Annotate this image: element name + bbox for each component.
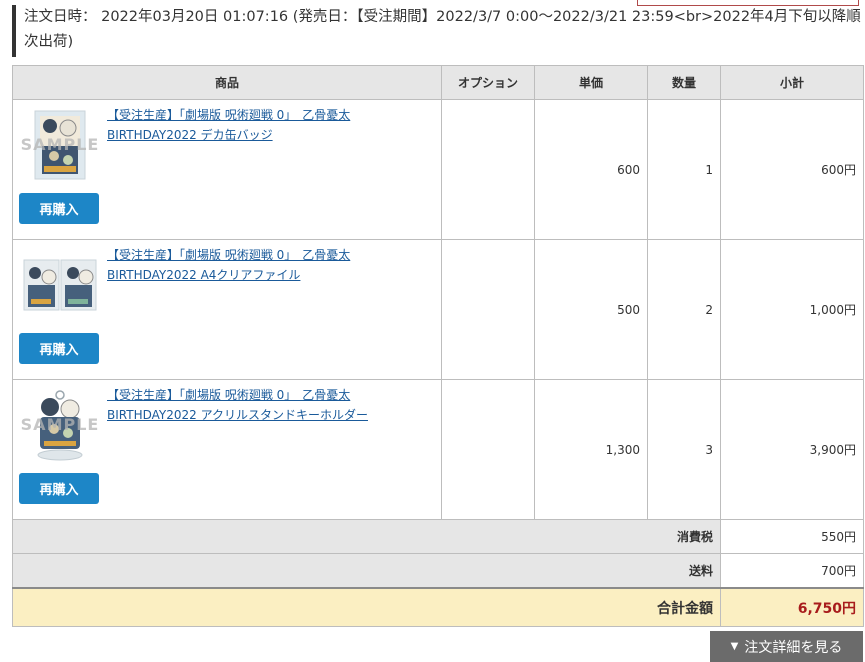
qty-cell: 3 [647, 379, 721, 520]
total-label: 合計金額 [12, 587, 721, 627]
option-cell [441, 379, 535, 520]
qty-cell: 1 [647, 99, 721, 240]
product-thumbnail[interactable]: SAMPLE [20, 108, 100, 182]
price-cell: 500 [534, 239, 648, 380]
tax-label: 消費税 [12, 519, 721, 554]
header-subtotal: 小計 [720, 65, 864, 100]
table-header-row: 商品 オプション 単価 数量 小計 [12, 65, 864, 100]
product-name-link[interactable]: 【受注生産】「劇場版 呪術廻戦 0」 乙骨憂太BIRTHDAY2022 A4クリ… [107, 246, 377, 285]
product-cell: 【受注生産】「劇場版 呪術廻戦 0」 乙骨憂太BIRTHDAY2022 A4クリ… [12, 239, 442, 380]
product-thumbnail[interactable] [20, 248, 100, 322]
sample-watermark: SAMPLE [20, 415, 100, 434]
triangle-down-icon: ▼ [730, 641, 739, 652]
product-cell: SAMPLE 【受注生産】「劇場版 呪術廻戦 0」 乙骨憂太BIRTHDAY20… [12, 379, 442, 520]
total-row: 合計金額 6,750円 [12, 587, 864, 627]
order-table: 商品 オプション 単価 数量 小計 SAMPLE 【受注生産】「劇場版 呪術廻戦… [12, 65, 864, 627]
product-thumbnail[interactable]: SAMPLE [20, 388, 100, 462]
product-name-link[interactable]: 【受注生産】「劇場版 呪術廻戦 0」 乙骨憂太BIRTHDAY2022 デカ缶バ… [107, 106, 377, 145]
header-qty: 数量 [647, 65, 721, 100]
product-name-link[interactable]: 【受注生産】「劇場版 呪術廻戦 0」 乙骨憂太BIRTHDAY2022 アクリル… [107, 386, 377, 425]
price-cell: 1,300 [534, 379, 648, 520]
table-row: 【受注生産】「劇場版 呪術廻戦 0」 乙骨憂太BIRTHDAY2022 A4クリ… [12, 239, 864, 380]
shipping-value: 700円 [720, 553, 864, 589]
shipping-row: 送料 700円 [12, 553, 864, 589]
price-cell: 600 [534, 99, 648, 240]
option-cell [441, 239, 535, 380]
clear-file-image-icon [23, 259, 97, 311]
header-price: 単価 [534, 65, 648, 100]
order-detail-label: 注文詳細を見る [744, 639, 843, 656]
rebuy-button[interactable]: 再購入 [19, 333, 99, 364]
subtotal-cell: 600円 [720, 99, 864, 240]
shipping-label: 送料 [12, 553, 721, 589]
header-product: 商品 [12, 65, 442, 100]
subtotal-cell: 1,000円 [720, 239, 864, 380]
option-cell [441, 99, 535, 240]
tax-row: 消費税 550円 [12, 519, 864, 554]
table-row: SAMPLE 【受注生産】「劇場版 呪術廻戦 0」 乙骨憂太BIRTHDAY20… [12, 99, 864, 240]
order-info: 注文日時： 2022年03月20日 01:07:16 (発売日：【受注期間】20… [12, 5, 862, 57]
subtotal-cell: 3,900円 [720, 379, 864, 520]
order-detail-button[interactable]: ▼ 注文詳細を見る [710, 631, 863, 662]
rebuy-button[interactable]: 再購入 [19, 193, 99, 224]
table-row: SAMPLE 【受注生産】「劇場版 呪術廻戦 0」 乙骨憂太BIRTHDAY20… [12, 379, 864, 520]
tax-value: 550円 [720, 519, 864, 554]
rebuy-button[interactable]: 再購入 [19, 473, 99, 504]
qty-cell: 2 [647, 239, 721, 380]
header-option: オプション [441, 65, 535, 100]
product-cell: SAMPLE 【受注生産】「劇場版 呪術廻戦 0」 乙骨憂太BIRTHDAY20… [12, 99, 442, 240]
sample-watermark: SAMPLE [20, 135, 100, 154]
total-value: 6,750円 [720, 587, 864, 627]
